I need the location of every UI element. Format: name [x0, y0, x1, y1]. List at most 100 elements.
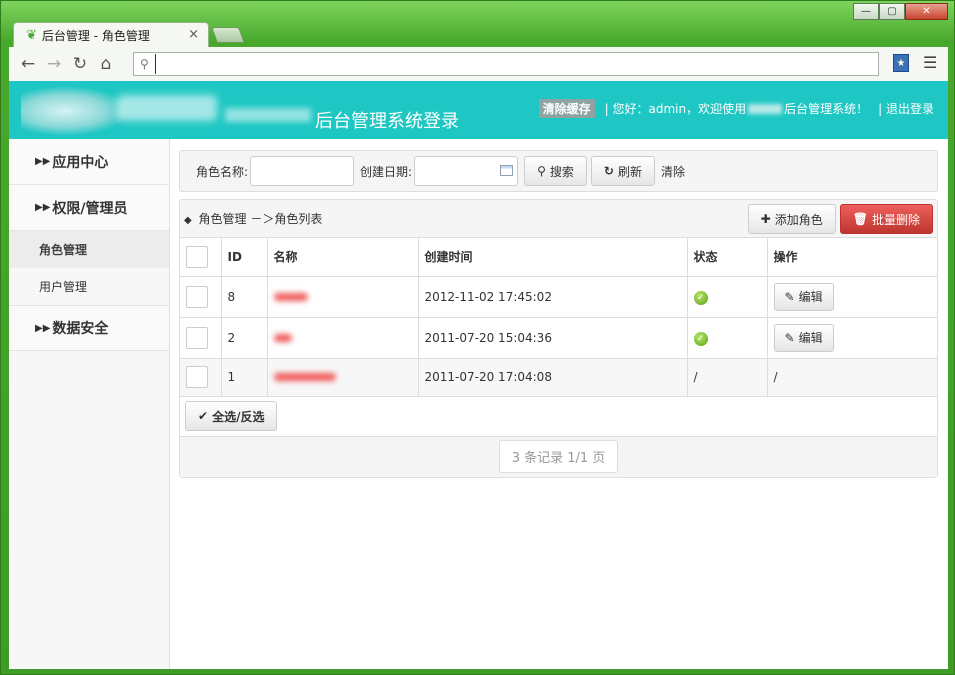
table-row: 1 2011-07-20 17:04:08 / / — [180, 358, 937, 397]
brand-blurred — [748, 103, 783, 114]
refresh-icon: ↻ — [603, 164, 614, 178]
pagination: 3 条记录 1/1 页 — [180, 436, 937, 477]
sidebar-item-roles[interactable]: 角色管理 — [9, 231, 169, 268]
column-header-name: 名称 — [267, 238, 419, 277]
header-user-info: 清除缓存 | 您好： admin ，欢迎使用 后台管理系统！ | 退出登录 — [538, 99, 934, 118]
url-input[interactable] — [154, 54, 855, 74]
row-checkbox[interactable] — [186, 326, 208, 349]
clear-cache-button[interactable]: 清除缓存 — [538, 99, 595, 118]
batch-delete-label: 批量删除 — [871, 212, 920, 227]
menu-icon[interactable]: ☰ — [923, 53, 937, 72]
role-name-input[interactable] — [250, 156, 355, 186]
breadcrumb-text: 角色管理 －＞角色列表 — [198, 212, 323, 226]
forward-arrow-icon[interactable]: → — [41, 52, 67, 76]
edit-button[interactable]: ✎ 编辑 — [773, 282, 834, 311]
greeting-mid: ，欢迎使用 — [686, 102, 747, 116]
panel-header: ◆ 角色管理 －＞角色列表 ✚ 添加角色 🗑 批量删除 — [180, 200, 937, 238]
main-content: 角色名称: 创建日期: ⚲ 搜索 ↻ 刷新 清除 ◆ 角色管理 －＞角色列表 ✚… — [179, 150, 938, 478]
column-header-status: 状态 — [687, 238, 768, 277]
add-role-label: 添加角色 — [774, 212, 823, 227]
batch-delete-button[interactable]: 🗑 批量删除 — [839, 204, 933, 234]
browser-tab[interactable]: ❦ 后台管理 - 角色管理 × — [13, 22, 209, 47]
sidebar-item-users[interactable]: 用户管理 — [9, 268, 169, 305]
username: admin — [648, 101, 687, 116]
sidebar-group-label: 权限/管理员 — [52, 200, 128, 217]
sidebar-group-label: 应用中心 — [52, 154, 109, 171]
clear-link[interactable]: 清除 — [661, 163, 685, 180]
row-id: 8 — [221, 276, 268, 318]
site-title: 后台管理系统登录 — [315, 111, 459, 132]
role-list-panel: ◆ 角色管理 －＞角色列表 ✚ 添加角色 🗑 批量删除 ID 名称 创建时间 状… — [179, 199, 938, 478]
trash-icon: 🗑 — [852, 212, 868, 226]
sidebar: ▶▶ 应用中心 ▶▶ 权限/管理员 角色管理 用户管理 ▶▶ 数据安全 — [9, 139, 170, 669]
logo-text-blurred — [117, 95, 217, 121]
maximize-button[interactable]: ▢ — [879, 3, 905, 20]
status-ok-icon: ✓ — [693, 290, 708, 305]
sidebar-group-data-security[interactable]: ▶▶ 数据安全 — [9, 305, 169, 351]
back-arrow-icon[interactable]: ← — [15, 52, 41, 76]
greeting-prefix: | 您好： — [604, 102, 649, 116]
table-row: 2 2011-07-20 15:04:36 ✓ ✎ 编辑 — [180, 317, 937, 359]
name-redacted — [273, 333, 292, 342]
column-header-actions: 操作 — [767, 238, 937, 277]
home-icon[interactable]: ⌂ — [93, 52, 119, 76]
search-button-label: 搜索 — [549, 164, 574, 179]
logo-image — [21, 86, 131, 136]
row-action: / — [767, 358, 937, 397]
refresh-button[interactable]: ↻ 刷新 — [590, 156, 655, 186]
select-all-label: 全选/反选 — [212, 409, 265, 424]
row-id: 1 — [221, 358, 268, 397]
date-input[interactable] — [414, 156, 519, 186]
table-header-row: ID 名称 创建时间 状态 操作 — [180, 238, 937, 277]
add-role-button[interactable]: ✚ 添加角色 — [747, 204, 836, 234]
edit-label: 编辑 — [798, 290, 823, 304]
select-all-button[interactable]: ✔ 全选/反选 — [185, 401, 278, 431]
search-button[interactable]: ⚲ 搜索 — [524, 156, 587, 186]
plus-icon: ✚ — [760, 212, 771, 226]
name-redacted — [273, 292, 308, 301]
bookmark-star-icon[interactable]: ★ — [893, 54, 909, 72]
reload-icon[interactable]: ↻ — [67, 52, 93, 76]
logout-link[interactable]: | 退出登录 — [878, 100, 934, 117]
edit-label: 编辑 — [798, 331, 823, 345]
double-chevron-icon: ▶▶ — [35, 156, 51, 167]
breadcrumb: ◆ 角色管理 －＞角色列表 — [184, 210, 322, 227]
search-icon: ⚲ — [140, 57, 149, 71]
panel-actions: ✚ 添加角色 🗑 批量删除 — [747, 204, 933, 234]
sidebar-group-permissions[interactable]: ▶▶ 权限/管理员 — [9, 185, 169, 231]
refresh-button-label: 刷新 — [617, 164, 642, 179]
tab-title: 后台管理 - 角色管理 — [41, 28, 150, 43]
table-row: 8 2012-11-02 17:45:02 ✓ ✎ 编辑 — [180, 276, 937, 318]
row-checkbox[interactable] — [186, 285, 208, 308]
minimize-button[interactable]: — — [853, 3, 879, 20]
row-status: / — [687, 358, 768, 397]
logo-subtext-blurred — [225, 108, 311, 122]
tab-close-icon[interactable]: × — [188, 27, 199, 42]
sidebar-group-apps[interactable]: ▶▶ 应用中心 — [9, 139, 169, 185]
select-all-checkbox[interactable] — [186, 245, 208, 268]
edit-icon: ✎ — [784, 289, 795, 304]
new-tab-button[interactable] — [211, 27, 245, 43]
name-redacted — [273, 373, 336, 381]
address-bar[interactable]: ⚲ — [133, 52, 879, 76]
leaf-icon: ❦ — [26, 27, 37, 43]
search-icon: ⚲ — [537, 164, 546, 178]
date-label: 创建日期: — [360, 164, 413, 179]
search-bar: 角色名称: 创建日期: ⚲ 搜索 ↻ 刷新 清除 — [179, 150, 938, 192]
row-created: 2012-11-02 17:45:02 — [418, 276, 688, 318]
close-window-button[interactable]: ✕ — [905, 3, 948, 20]
greeting-suffix: 后台管理系统！ — [784, 102, 869, 116]
status-ok-icon: ✓ — [693, 331, 708, 346]
row-id: 2 — [221, 317, 268, 359]
browser-window: — ▢ ✕ ❦ 后台管理 - 角色管理 × ← → ↻ ⌂ ⚲ ★ ☰ 后台管理… — [0, 0, 955, 675]
pagination-info: 3 条记录 1/1 页 — [498, 440, 619, 473]
edit-button[interactable]: ✎ 编辑 — [773, 323, 834, 352]
column-header-created: 创建时间 — [418, 238, 688, 277]
calendar-icon[interactable] — [500, 165, 514, 176]
web-page: 后台管理系统登录 清除缓存 | 您好： admin ，欢迎使用 后台管理系统！ … — [9, 81, 948, 669]
row-checkbox[interactable] — [186, 366, 208, 388]
sidebar-group-label: 数据安全 — [52, 321, 109, 337]
role-name-label: 角色名称: — [196, 164, 249, 179]
table-footer: ✔ 全选/反选 — [180, 397, 937, 437]
site-header: 后台管理系统登录 清除缓存 | 您好： admin ，欢迎使用 后台管理系统！ … — [9, 81, 948, 139]
